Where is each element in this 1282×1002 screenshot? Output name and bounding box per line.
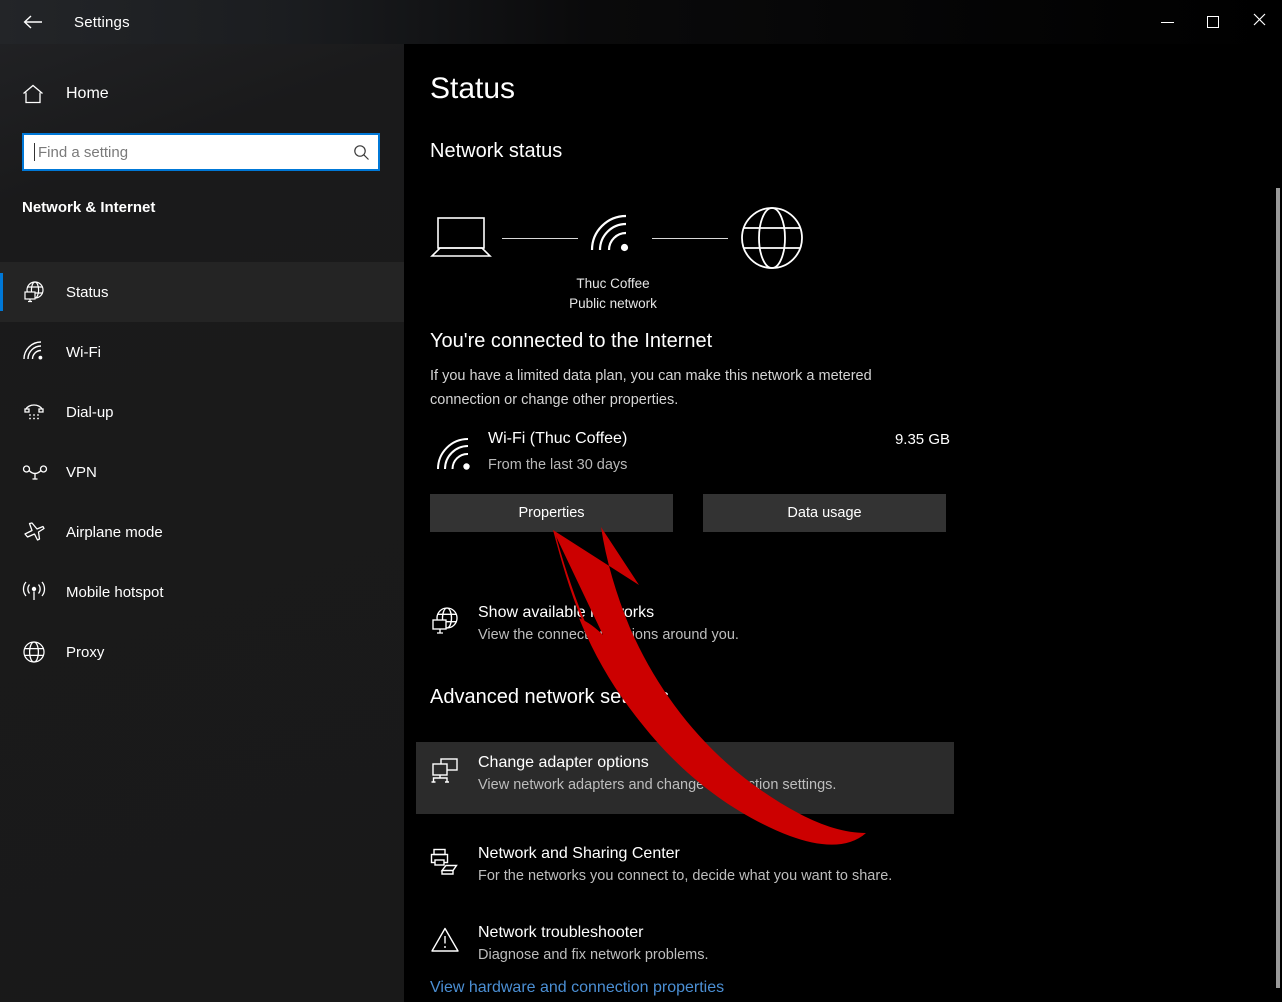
hotspot-icon	[22, 578, 54, 606]
network-sharing-center-title: Network and Sharing Center	[478, 845, 680, 862]
change-adapter-options-text: Change adapter options View network adap…	[478, 754, 954, 793]
network-troubleshooter-row[interactable]: Network troubleshooter Diagnose and fix …	[416, 912, 954, 984]
laptop-icon	[430, 214, 494, 267]
advanced-settings-heading: Advanced network settings	[430, 686, 670, 708]
sidebar-item-wifi-label: Wi-Fi	[66, 343, 101, 361]
connection-description: If you have a limited data plan, you can…	[430, 368, 872, 408]
sidebar-item-mobile-hotspot-label: Mobile hotspot	[66, 583, 164, 601]
change-adapter-options-title: Change adapter options	[478, 754, 649, 771]
network-troubleshooter-subtitle: Diagnose and fix network problems.	[478, 947, 709, 963]
sidebar-item-vpn[interactable]: VPN	[0, 442, 404, 502]
search-icon[interactable]	[344, 144, 378, 161]
search-box[interactable]	[22, 133, 380, 171]
title-bar: Settings	[0, 0, 1282, 44]
sidebar-item-proxy-label: Proxy	[66, 643, 105, 661]
change-adapter-options-subtitle: View network adapters and change connect…	[478, 777, 837, 793]
network-globe-icon	[22, 278, 54, 306]
sidebar-item-home[interactable]: Home	[0, 74, 404, 114]
wifi-icon	[22, 338, 54, 366]
warning-triangle-icon	[430, 924, 478, 959]
sidebar-item-mobile-hotspot[interactable]: Mobile hotspot	[0, 562, 404, 622]
change-adapter-options-row[interactable]: Change adapter options View network adap…	[416, 742, 954, 814]
network-troubleshooter-title: Network troubleshooter	[478, 924, 644, 941]
diagram-network-type: Public network	[569, 296, 657, 311]
sidebar-item-dialup-label: Dial-up	[66, 403, 114, 421]
sharing-printer-icon	[430, 845, 478, 882]
scrollbar-thumb[interactable]	[1276, 188, 1280, 988]
properties-button[interactable]: Properties	[430, 494, 673, 532]
dialup-phone-icon	[22, 398, 54, 426]
page-title: Status	[430, 72, 516, 105]
connection-heading: You're connected to the Internet	[430, 330, 713, 352]
sidebar-item-status[interactable]: Status	[0, 262, 404, 322]
sidebar-item-proxy[interactable]: Proxy	[0, 622, 404, 682]
window-title: Settings	[74, 13, 130, 31]
globe-icon	[740, 206, 804, 275]
minimize-button[interactable]	[1144, 0, 1190, 44]
settings-window: Settings Home Find a setting Network & I…	[0, 0, 1282, 1002]
adapter-data-used: 9.35 GB	[894, 431, 950, 448]
close-button[interactable]	[1236, 0, 1282, 44]
minimize-icon	[1160, 21, 1174, 23]
search-input[interactable]	[35, 143, 344, 161]
wifi-signal-icon	[436, 436, 476, 479]
network-sharing-center-subtitle: For the networks you connect to, decide …	[478, 868, 893, 884]
sidebar-item-dialup[interactable]: Dial-up	[0, 382, 404, 442]
adapter-usage-row: Wi-Fi (Thuc Coffee) From the last 30 day…	[430, 430, 950, 486]
airplane-icon	[22, 518, 54, 546]
window-controls	[1144, 0, 1282, 44]
network-troubleshooter-text: Network troubleshooter Diagnose and fix …	[478, 924, 954, 963]
sidebar-item-home-label: Home	[66, 85, 109, 102]
network-status-heading: Network status	[430, 140, 563, 162]
sidebar-item-airplane-mode[interactable]: Airplane mode	[0, 502, 404, 562]
sidebar-item-status-label: Status	[66, 283, 109, 301]
home-icon	[22, 84, 52, 104]
sidebar-item-vpn-label: VPN	[66, 463, 97, 481]
sidebar-nav: Status Wi-Fi Dial-up VPN Airplane mode M…	[0, 262, 404, 682]
close-icon	[1253, 13, 1266, 31]
adapter-name: Wi-Fi (Thuc Coffee)	[488, 430, 628, 447]
scrollbar-track[interactable]	[1274, 88, 1282, 1002]
diagram-connector-left	[502, 238, 578, 239]
adapter-period: From the last 30 days	[488, 457, 628, 473]
sidebar: Home Network & Internet	[0, 0, 404, 1002]
data-usage-button[interactable]: Data usage	[703, 494, 946, 532]
sidebar-category-title: Network & Internet	[22, 199, 156, 216]
maximize-button[interactable]	[1190, 0, 1236, 44]
diagram-connector-right	[652, 238, 728, 239]
diagram-network-name: Thuc Coffee	[576, 276, 650, 291]
show-available-networks-title: Show available networks	[478, 604, 655, 621]
show-available-networks-text: Show available networks View the connect…	[478, 604, 954, 643]
back-arrow-icon	[22, 13, 44, 31]
vpn-icon	[22, 458, 54, 486]
wifi-signal-icon	[590, 212, 636, 261]
adapter-monitor-icon	[430, 754, 478, 791]
main-content: Status Network status Thuc Coffee Public…	[404, 44, 1282, 1002]
show-available-networks-row[interactable]: Show available networks View the connect…	[416, 592, 954, 664]
adapter-actions: Properties Data usage	[430, 494, 950, 532]
hardware-properties-link[interactable]: View hardware and connection properties	[430, 979, 724, 997]
network-globe-icon	[430, 604, 478, 641]
back-button[interactable]	[10, 6, 56, 38]
network-sharing-center-row[interactable]: Network and Sharing Center For the netwo…	[416, 833, 954, 905]
globe-icon	[22, 638, 54, 666]
network-sharing-center-text: Network and Sharing Center For the netwo…	[478, 845, 954, 884]
maximize-icon	[1207, 16, 1219, 28]
sidebar-item-wifi[interactable]: Wi-Fi	[0, 322, 404, 382]
network-diagram: Thuc Coffee Public network	[430, 194, 850, 314]
show-available-networks-subtitle: View the connection options around you.	[478, 627, 739, 643]
sidebar-item-airplane-mode-label: Airplane mode	[66, 523, 163, 541]
